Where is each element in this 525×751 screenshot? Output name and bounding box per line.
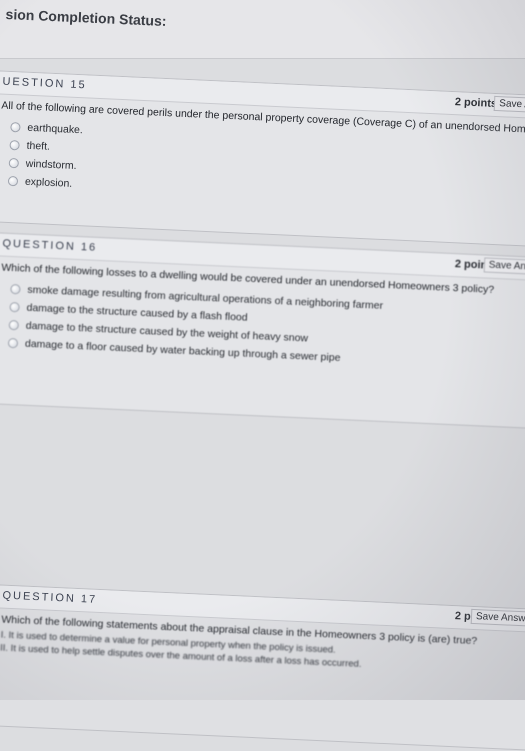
option-label: earthquake. <box>27 121 84 137</box>
question-16: QUESTION 16 2 points Save Ans Which of t… <box>0 232 525 429</box>
radio-button[interactable] <box>9 139 20 151</box>
option-label: windstorm. <box>25 157 77 173</box>
question-number: QUESTION 17 <box>2 589 98 606</box>
question-15: UESTION 15 2 points Save A All of the fo… <box>0 70 525 247</box>
radio-button[interactable] <box>10 283 21 295</box>
radio-button[interactable] <box>9 301 20 313</box>
save-answer-button[interactable]: Save Answe <box>470 608 525 627</box>
save-answer-button[interactable]: Save Ans <box>483 257 525 275</box>
option-label: explosion. <box>24 175 73 190</box>
question-17: QUESTION 17 2 points Save Answe Which of… <box>0 584 525 751</box>
save-answer-button[interactable]: Save A <box>493 95 525 113</box>
answer-options: smoke damage resulting from agricultural… <box>7 280 384 369</box>
answer-option[interactable]: explosion. <box>7 172 81 193</box>
question-number: UESTION 15 <box>2 75 87 92</box>
completion-status-title: sion Completion Status: <box>5 6 167 30</box>
radio-button[interactable] <box>10 121 21 133</box>
points-label: 2 points <box>454 96 498 111</box>
radio-button[interactable] <box>7 337 19 349</box>
radio-button[interactable] <box>7 175 19 187</box>
answer-options: earthquake. theft. windstorm. explosion. <box>7 118 84 193</box>
page: sion Completion Status: UESTION 15 2 poi… <box>0 0 525 751</box>
radio-button[interactable] <box>8 319 20 331</box>
radio-button[interactable] <box>8 157 20 169</box>
completion-status-bar: sion Completion Status: <box>0 0 525 59</box>
option-label: theft. <box>26 139 51 153</box>
question-number: QUESTION 16 <box>2 237 98 254</box>
